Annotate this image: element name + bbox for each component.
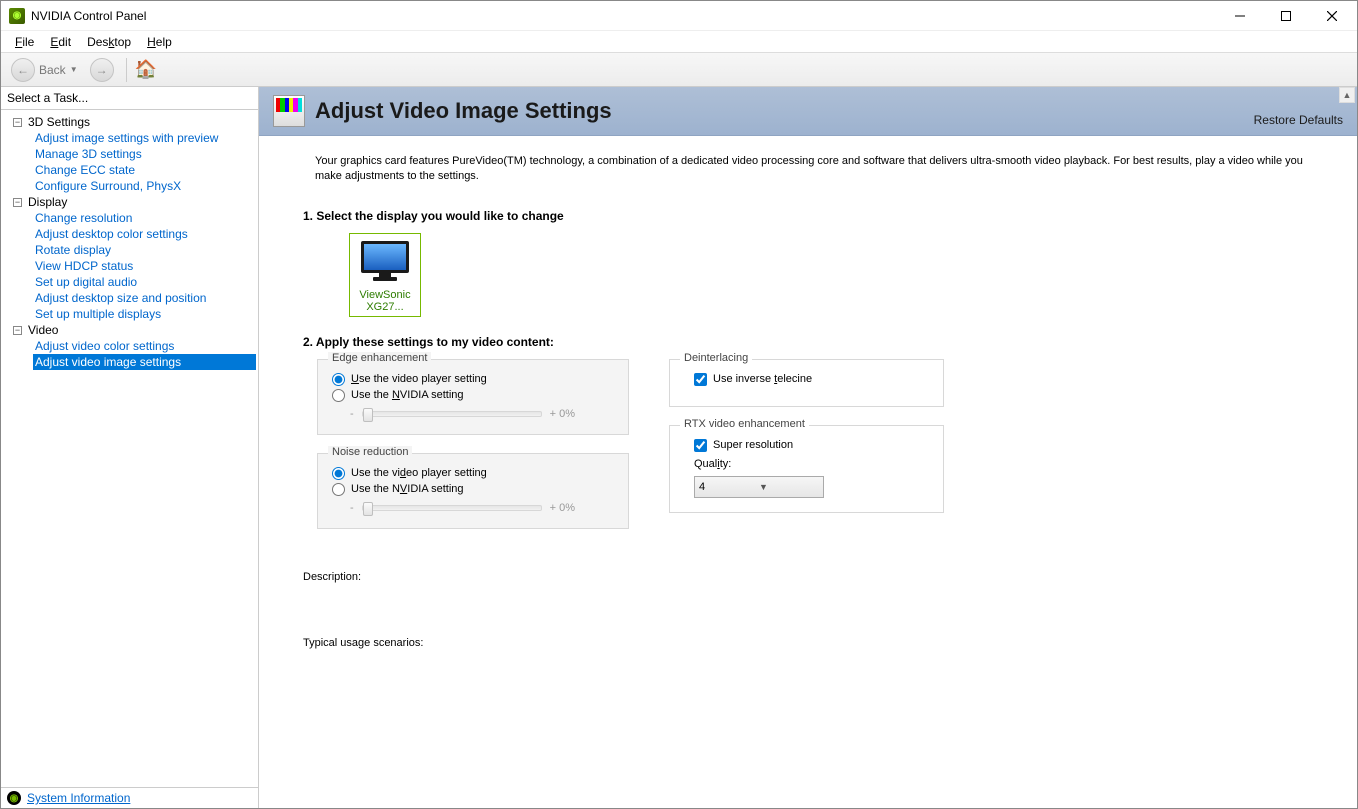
home-button[interactable]: 🏠 (135, 59, 157, 80)
collapse-icon[interactable]: − (13, 326, 22, 335)
monitor-icon (355, 237, 415, 285)
forward-button[interactable]: → (86, 56, 118, 84)
tree-cat-label: Display (28, 195, 67, 209)
tree-cat-display[interactable]: − Display (3, 194, 256, 210)
toolbar-separator (126, 58, 127, 82)
slider-minus: - (350, 408, 354, 420)
tree-link[interactable]: Adjust desktop color settings (33, 226, 256, 242)
edge-legend: Edge enhancement (328, 352, 431, 364)
tree-cat-label: 3D Settings (28, 115, 90, 129)
edge-value: + 0% (550, 408, 575, 420)
back-arrow-icon: ← (11, 58, 35, 82)
tree-link[interactable]: Adjust image settings with preview (33, 130, 256, 146)
sysinfo-icon: ◉ (7, 791, 21, 805)
tree-link-selected[interactable]: Adjust video image settings (33, 354, 256, 370)
tree-link[interactable]: View HDCP status (33, 258, 256, 274)
tree-cat-video[interactable]: − Video (3, 322, 256, 338)
noise-radio-nvidia-label[interactable]: Use the NVIDIA setting (351, 483, 464, 495)
sidebar-header: Select a Task... (1, 87, 258, 110)
quality-dropdown[interactable]: 4 ▼ (694, 476, 824, 498)
tree-link[interactable]: Configure Surround, PhysX (33, 178, 256, 194)
slider-minus: - (350, 502, 354, 514)
edge-enhancement-group: Edge enhancement Use the video player se… (317, 359, 629, 435)
rtx-enhancement-group: RTX video enhancement Super resolution Q… (669, 425, 944, 513)
app-icon: ◉ (9, 8, 25, 24)
noise-legend: Noise reduction (328, 446, 412, 458)
sidebar-footer: ◉ System Information (1, 787, 258, 808)
noise-radio-player[interactable] (332, 467, 345, 480)
back-label: Back (39, 63, 66, 77)
chevron-down-icon: ▼ (759, 482, 819, 492)
super-resolution-label[interactable]: Super resolution (713, 439, 793, 451)
page-icon (273, 95, 305, 127)
scenarios-label: Typical usage scenarios: (303, 637, 1313, 649)
content-header: Adjust Video Image Settings Restore Defa… (259, 87, 1357, 136)
tree-link[interactable]: Change ECC state (33, 162, 256, 178)
menu-desktop[interactable]: Desktop (79, 33, 139, 51)
menu-edit[interactable]: Edit (42, 33, 79, 51)
rtx-legend: RTX video enhancement (680, 418, 809, 430)
edge-radio-player-label[interactable]: Use the video player setting (351, 373, 487, 385)
page-title: Adjust Video Image Settings (315, 98, 612, 124)
step2-label: 2. Apply these settings to my video cont… (303, 335, 1313, 349)
system-information-link[interactable]: System Information (27, 791, 130, 805)
inverse-telecine-checkbox[interactable] (694, 373, 707, 386)
tree-link[interactable]: Set up multiple displays (33, 306, 256, 322)
description-label: Description: (303, 571, 1313, 583)
tree-link[interactable]: Manage 3D settings (33, 146, 256, 162)
quality-value: 4 (699, 481, 759, 493)
noise-value: + 0% (550, 502, 575, 514)
tree-cat-label: Video (28, 323, 58, 337)
scrollbar[interactable]: ▲ (1339, 87, 1355, 808)
inverse-telecine-label[interactable]: Use inverse telecine (713, 373, 812, 385)
back-button[interactable]: ← Back ▼ (7, 56, 82, 84)
minimize-button[interactable] (1217, 1, 1263, 31)
step1-label: 1. Select the display you would like to … (303, 209, 1313, 223)
scroll-up-icon[interactable]: ▲ (1339, 87, 1355, 103)
collapse-icon[interactable]: − (13, 198, 22, 207)
window-title: NVIDIA Control Panel (31, 9, 1217, 23)
close-button[interactable] (1309, 1, 1355, 31)
restore-defaults-link[interactable]: Restore Defaults (1254, 113, 1343, 127)
content-body: Your graphics card features PureVideo(TM… (259, 136, 1357, 808)
intro-text: Your graphics card features PureVideo(TM… (315, 154, 1313, 185)
quality-label: Quality: (694, 458, 929, 470)
edge-radio-player[interactable] (332, 373, 345, 386)
titlebar: ◉ NVIDIA Control Panel (1, 1, 1357, 31)
content-pane: Adjust Video Image Settings Restore Defa… (259, 87, 1357, 808)
toolbar: ← Back ▼ → 🏠 (1, 53, 1357, 87)
deinterlacing-group: Deinterlacing Use inverse telecine (669, 359, 944, 407)
task-tree: − 3D Settings Adjust image settings with… (1, 110, 258, 787)
deint-legend: Deinterlacing (680, 352, 752, 364)
tree-link[interactable]: Set up digital audio (33, 274, 256, 290)
noise-radio-nvidia[interactable] (332, 483, 345, 496)
menu-file[interactable]: File (7, 33, 42, 51)
back-split-icon[interactable]: ▼ (70, 65, 78, 74)
tree-cat-3d[interactable]: − 3D Settings (3, 114, 256, 130)
super-resolution-checkbox[interactable] (694, 439, 707, 452)
forward-arrow-icon: → (90, 58, 114, 82)
maximize-button[interactable] (1263, 1, 1309, 31)
menubar: File Edit Desktop Help (1, 31, 1357, 53)
display-name: ViewSonic XG27... (353, 289, 417, 313)
edge-radio-nvidia-label[interactable]: Use the NVIDIA setting (351, 389, 464, 401)
sidebar: Select a Task... − 3D Settings Adjust im… (1, 87, 259, 808)
collapse-icon[interactable]: − (13, 118, 22, 127)
noise-reduction-group: Noise reduction Use the video player set… (317, 453, 629, 529)
tree-link[interactable]: Change resolution (33, 210, 256, 226)
tree-link[interactable]: Adjust video color settings (33, 338, 256, 354)
tree-link[interactable]: Rotate display (33, 242, 256, 258)
edge-radio-nvidia[interactable] (332, 389, 345, 402)
tree-link[interactable]: Adjust desktop size and position (33, 290, 256, 306)
display-selector[interactable]: ViewSonic XG27... (349, 233, 421, 317)
menu-help[interactable]: Help (139, 33, 180, 51)
noise-radio-player-label[interactable]: Use the video player setting (351, 467, 487, 479)
noise-slider[interactable] (362, 505, 542, 511)
edge-slider[interactable] (362, 411, 542, 417)
